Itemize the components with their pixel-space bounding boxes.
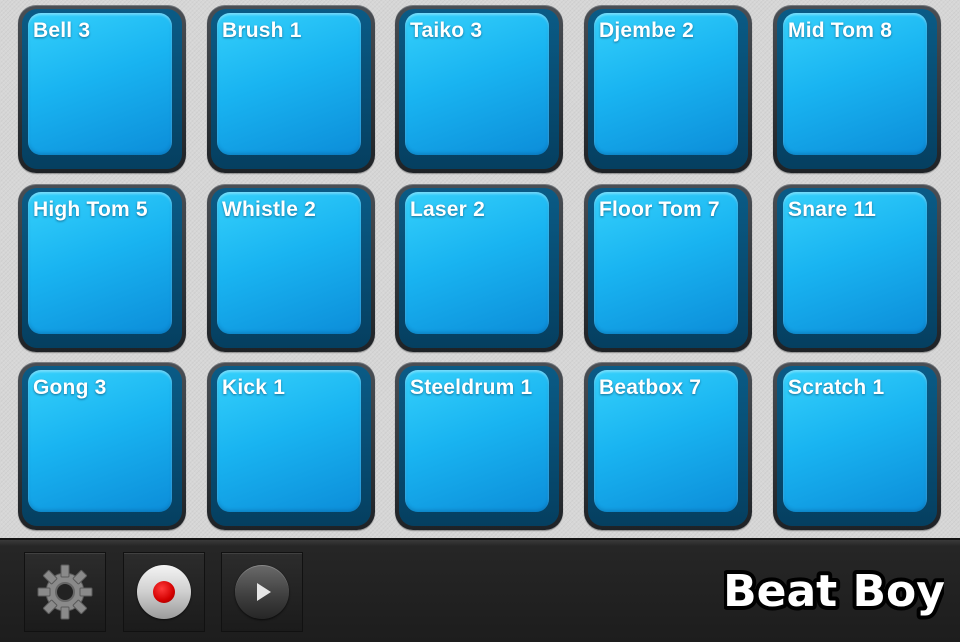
pad-gong-3[interactable]: Gong 3 <box>18 362 186 530</box>
pad-bell-3[interactable]: Bell 3 <box>18 5 186 173</box>
pad-label: Scratch 1 <box>788 376 885 399</box>
pad-floor-tom-7[interactable]: Floor Tom 7 <box>584 184 752 352</box>
pad-label: High Tom 5 <box>33 198 148 221</box>
record-button[interactable] <box>123 552 205 632</box>
pad-label: Laser 2 <box>410 198 485 221</box>
pad-snare-11[interactable]: Snare 11 <box>773 184 941 352</box>
pad-djembe-2[interactable]: Djembe 2 <box>584 5 752 173</box>
pad-label: Snare 11 <box>788 198 876 221</box>
pad-taiko-3[interactable]: Taiko 3 <box>395 5 563 173</box>
pad-grid: Bell 3 Brush 1 Taiko 3 Djembe 2 Mid Tom … <box>0 0 960 538</box>
pad-mid-tom-8[interactable]: Mid Tom 8 <box>773 5 941 173</box>
pad-label: Floor Tom 7 <box>599 198 720 221</box>
pad-label: Mid Tom 8 <box>788 19 893 42</box>
pad-label: Beatbox 7 <box>599 376 702 399</box>
pad-kick-1[interactable]: Kick 1 <box>207 362 375 530</box>
pad-label: Kick 1 <box>222 376 286 399</box>
logo-text: Beat Boy <box>724 566 944 617</box>
pad-label: Taiko 3 <box>410 19 483 42</box>
record-icon <box>137 565 191 619</box>
pad-label: Bell 3 <box>33 19 91 42</box>
beat-boy-logo: Beat Boy Beat Boy <box>724 562 944 621</box>
play-button[interactable] <box>221 552 303 632</box>
pad-steeldrum-1[interactable]: Steeldrum 1 <box>395 362 563 530</box>
pad-label: Steeldrum 1 <box>410 376 533 399</box>
pad-label: Whistle 2 <box>222 198 316 221</box>
play-icon <box>235 565 289 619</box>
pad-beatbox-7[interactable]: Beatbox 7 <box>584 362 752 530</box>
pad-scratch-1[interactable]: Scratch 1 <box>773 362 941 530</box>
settings-button[interactable] <box>24 552 106 632</box>
pad-laser-2[interactable]: Laser 2 <box>395 184 563 352</box>
gear-icon <box>37 564 93 620</box>
pad-label: Brush 1 <box>222 19 302 42</box>
pad-brush-1[interactable]: Brush 1 <box>207 5 375 173</box>
pad-whistle-2[interactable]: Whistle 2 <box>207 184 375 352</box>
pad-high-tom-5[interactable]: High Tom 5 <box>18 184 186 352</box>
pad-label: Djembe 2 <box>599 19 694 42</box>
pad-label: Gong 3 <box>33 376 107 399</box>
